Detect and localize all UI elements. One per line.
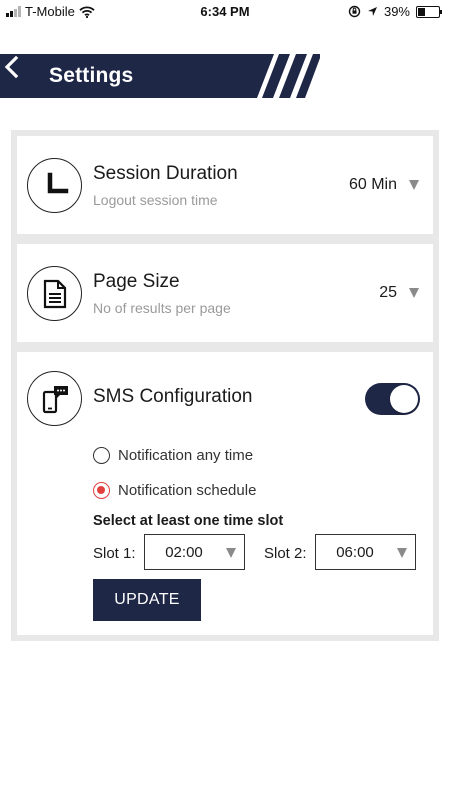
page-title: Settings xyxy=(49,64,134,87)
settings-panel: Session Duration Logout session time 60 … xyxy=(11,130,439,641)
location-icon xyxy=(367,7,377,16)
status-right: 39% xyxy=(348,4,442,19)
radio-label: Notification any time xyxy=(118,447,254,464)
radio-notification-schedule[interactable]: Notification schedule xyxy=(93,482,256,499)
session-duration-card: Session Duration Logout session time 60 … xyxy=(17,136,433,234)
radio-label: Notification schedule xyxy=(118,482,257,499)
session-duration-subtitle: Logout session time xyxy=(93,192,218,208)
phone-message-icon xyxy=(27,371,82,426)
page-size-card: Page Size No of results per page 25 xyxy=(17,244,433,342)
radio-circle xyxy=(93,482,110,499)
slot-2-select[interactable]: 06:00 xyxy=(315,534,416,570)
status-bar: T-Mobile 6:34 PM 39% xyxy=(0,0,450,24)
back-arrow-icon[interactable] xyxy=(0,54,24,80)
slot-1-label: Slot 1: xyxy=(93,545,136,562)
clock-icon xyxy=(27,158,82,213)
session-duration-title: Session Duration xyxy=(93,163,238,184)
sms-toggle[interactable] xyxy=(365,383,420,415)
page-size-title: Page Size xyxy=(93,271,180,292)
dropdown-arrow-icon xyxy=(397,548,407,558)
dropdown-arrow-icon xyxy=(409,288,419,298)
page-size-value: 25 xyxy=(379,284,397,301)
header-background xyxy=(0,54,320,98)
battery-icon xyxy=(416,5,442,18)
radio-notification-any-time[interactable]: Notification any time xyxy=(93,447,253,464)
battery-percent: 39% xyxy=(383,4,410,19)
slot-hint-text: Select at least one time slot xyxy=(93,513,284,529)
session-duration-select[interactable]: 60 Min xyxy=(349,176,419,194)
dropdown-arrow-icon xyxy=(226,548,236,558)
radio-circle xyxy=(93,447,110,464)
document-icon xyxy=(27,266,82,321)
sms-configuration-title: SMS Configuration xyxy=(93,386,253,407)
page-size-subtitle: No of results per page xyxy=(93,300,231,316)
sms-configuration-card: SMS Configuration Notification any time … xyxy=(17,352,433,635)
toggle-knob xyxy=(390,385,418,413)
header-banner: Settings xyxy=(0,54,320,98)
slot-1-value: 02:00 xyxy=(165,544,203,561)
slot-2-label: Slot 2: xyxy=(264,545,307,562)
battery-level xyxy=(418,7,425,16)
slot-2-value: 06:00 xyxy=(336,544,374,561)
dropdown-arrow-icon xyxy=(409,180,419,190)
slot-1-select[interactable]: 02:00 xyxy=(144,534,245,570)
orientation-lock-icon xyxy=(348,5,361,18)
update-button[interactable]: UPDATE xyxy=(93,579,201,621)
page-size-select[interactable]: 25 xyxy=(379,284,419,302)
session-duration-value: 60 Min xyxy=(348,176,397,193)
